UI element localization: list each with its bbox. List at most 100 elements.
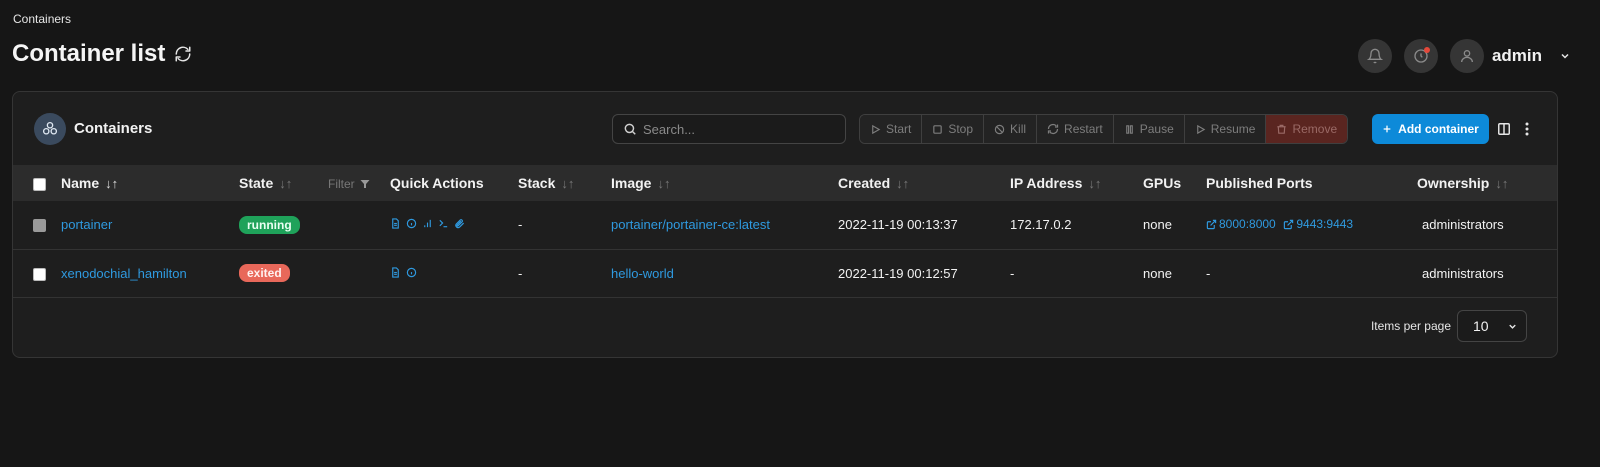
select-all-checkbox[interactable] <box>33 177 46 191</box>
quick-actions <box>390 218 465 229</box>
containers-table: Name ↓↑ State ↓↑ Filter Quick Actions Stac… <box>13 165 1557 298</box>
sort-icon[interactable]: ↓↑ <box>657 176 670 191</box>
console-icon[interactable] <box>438 218 449 229</box>
refresh-icon[interactable] <box>173 44 193 64</box>
sort-icon[interactable]: ↓↑ <box>279 176 292 191</box>
add-container-button[interactable]: Add container <box>1372 114 1489 144</box>
row-checkbox[interactable] <box>33 219 46 233</box>
column-image-label: Image <box>611 175 652 191</box>
update-indicator <box>1423 47 1430 53</box>
ownership-value: administrators <box>1422 265 1504 281</box>
sort-icon[interactable]: ↓↑ <box>561 176 574 191</box>
search-input[interactable] <box>643 121 833 137</box>
column-ports: Published Ports <box>1206 175 1313 191</box>
kill-label: Kill <box>1010 122 1027 136</box>
column-state-label: State <box>239 175 274 191</box>
trash-icon <box>1277 124 1287 134</box>
sort-icon[interactable]: ↓↑ <box>105 176 118 191</box>
header-user-area: admin <box>1357 39 1572 73</box>
created-value: 2022-11-19 00:12:57 <box>838 265 958 281</box>
play-icon <box>1196 124 1206 134</box>
table-row: portainer running - portainer/portainer-… <box>13 201 1557 249</box>
bell-icon <box>1366 48 1383 64</box>
container-name-link[interactable]: xenodochial_hamilton <box>61 266 187 281</box>
quick-actions <box>390 266 417 278</box>
external-link-icon <box>1206 219 1217 229</box>
stop-icon <box>933 124 943 134</box>
stats-icon[interactable] <box>422 218 433 229</box>
kill-button[interactable]: Kill <box>984 115 1038 143</box>
row-checkbox[interactable] <box>33 267 46 281</box>
pause-icon <box>1125 124 1133 134</box>
logs-icon[interactable] <box>390 266 401 278</box>
table-header: Name ↓↑ State ↓↑ Filter Quick Actions Stac… <box>13 165 1557 201</box>
breadcrumb: Containers <box>13 12 72 26</box>
notifications-button[interactable] <box>1357 39 1392 73</box>
status-badge: exited <box>239 264 290 282</box>
containers-panel: Containers Start Stop Kill Restart <box>12 91 1558 358</box>
pause-button[interactable]: Pause <box>1113 115 1185 143</box>
column-name[interactable]: Name ↓↑ <box>61 165 239 201</box>
sort-icon[interactable]: ↓↑ <box>896 176 909 191</box>
container-name-link[interactable]: portainer <box>61 217 112 232</box>
items-per-page-select[interactable]: 10 <box>1457 310 1527 342</box>
gpus-value: none <box>1143 217 1172 233</box>
kebab-menu-icon[interactable] <box>1521 122 1533 136</box>
column-ip-label: IP Address <box>1010 175 1083 191</box>
ban-icon <box>994 124 1005 134</box>
column-stack[interactable]: Stack ↓↑ <box>518 165 611 201</box>
external-link-icon <box>1284 219 1294 229</box>
logs-icon[interactable] <box>390 218 401 229</box>
chevron-down-icon[interactable] <box>1558 49 1572 63</box>
info-icon[interactable] <box>406 267 417 278</box>
stack-value: - <box>518 265 523 281</box>
items-per-page-label: Items per page <box>1370 319 1451 333</box>
state-filter[interactable]: Filter <box>328 177 371 191</box>
column-ownership[interactable]: Ownership ↓↑ <box>1417 165 1557 201</box>
page-title: Container list <box>12 40 193 68</box>
remove-button[interactable]: Remove <box>1266 115 1348 143</box>
column-gpus: GPUs <box>1143 175 1182 191</box>
image-link[interactable]: hello-world <box>611 266 674 281</box>
column-ip[interactable]: IP Address ↓↑ <box>1010 165 1143 201</box>
column-state[interactable]: State ↓↑ <box>239 165 328 201</box>
image-link[interactable]: portainer/portainer-ce:latest <box>611 217 770 232</box>
pause-label: Pause <box>1139 122 1174 136</box>
resume-button[interactable]: Resume <box>1184 115 1267 143</box>
column-image[interactable]: Image ↓↑ <box>611 165 838 201</box>
container-actions: Start Stop Kill Restart Pause Resume Rem… <box>859 114 1349 144</box>
filter-icon <box>360 180 370 188</box>
panel-title: Containers <box>74 120 153 137</box>
column-created-label: Created <box>838 175 891 191</box>
column-name-label: Name <box>61 175 100 191</box>
info-icon[interactable] <box>406 218 417 229</box>
add-container-label: Add container <box>1398 122 1479 136</box>
columns-icon[interactable] <box>1497 122 1511 136</box>
port-link[interactable]: 9443:9443 <box>1283 217 1353 231</box>
ports-value: - <box>1206 265 1211 281</box>
attach-icon[interactable] <box>454 218 465 229</box>
column-quick-actions: Quick Actions <box>390 175 484 191</box>
stack-value: - <box>518 217 523 233</box>
port-link[interactable]: 8000:8000 <box>1206 217 1276 231</box>
column-created[interactable]: Created ↓↑ <box>838 165 1010 201</box>
stop-button[interactable]: Stop <box>922 115 985 143</box>
search-box[interactable] <box>612 114 846 144</box>
user-name[interactable]: admin <box>1492 46 1542 66</box>
gpus-value: none <box>1143 265 1172 281</box>
start-button[interactable]: Start <box>860 115 923 143</box>
plus-icon <box>1383 125 1391 133</box>
pagination: Items per page 10 <box>1371 310 1527 342</box>
created-value: 2022-11-19 00:13:37 <box>838 217 958 233</box>
items-per-page-value: 10 <box>1473 318 1489 334</box>
help-button[interactable] <box>1403 39 1438 73</box>
avatar[interactable] <box>1449 39 1484 73</box>
port-label: 9443:9443 <box>1296 217 1354 231</box>
search-icon <box>624 123 636 135</box>
sort-icon[interactable]: ↓↑ <box>1088 176 1101 191</box>
restart-button[interactable]: Restart <box>1037 115 1114 143</box>
user-icon <box>1460 50 1473 63</box>
sort-icon[interactable]: ↓↑ <box>1495 176 1508 191</box>
ip-value: 172.17.0.2 <box>1010 217 1072 233</box>
column-ownership-label: Ownership <box>1417 175 1490 191</box>
